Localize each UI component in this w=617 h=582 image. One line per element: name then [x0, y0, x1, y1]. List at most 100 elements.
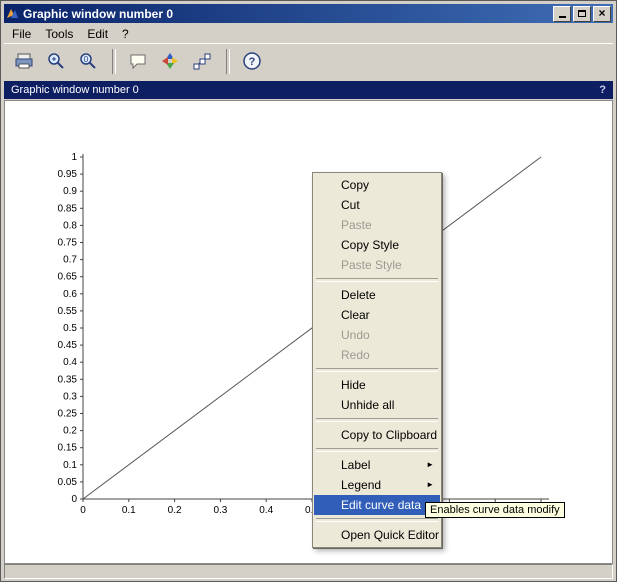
- context-menu-item-hide[interactable]: Hide: [314, 375, 440, 395]
- info-bar-help-icon[interactable]: ?: [599, 84, 606, 96]
- svg-text:0.2: 0.2: [63, 426, 77, 437]
- help-icon: ?: [242, 51, 262, 71]
- zoom-area-button[interactable]: [41, 47, 70, 76]
- svg-text:0.25: 0.25: [58, 409, 78, 420]
- context-menu-item-copy[interactable]: Copy: [314, 175, 440, 195]
- menu-item-label: Copy: [341, 178, 369, 192]
- menu-item-label: Paste: [341, 218, 372, 232]
- menu-item-label: Label: [341, 458, 370, 472]
- menu-item-label: Undo: [341, 328, 370, 342]
- menu-item-label: Hide: [341, 378, 366, 392]
- menu-item-label: Open Quick Editor: [341, 528, 439, 542]
- toolbar-separator: [226, 49, 230, 74]
- rotate-icon: [160, 51, 180, 71]
- context-menu-item-cut[interactable]: Cut: [314, 195, 440, 215]
- zoom-area-icon: [46, 51, 66, 71]
- menu-separator: [316, 518, 438, 522]
- context-menu-item-delete[interactable]: Delete: [314, 285, 440, 305]
- ged-button[interactable]: [123, 47, 152, 76]
- info-bar: Graphic window number 0 ?: [4, 81, 613, 99]
- status-bar: [4, 564, 613, 579]
- context-menu-item-copy-to-clipboard[interactable]: Copy to Clipboard: [314, 425, 440, 445]
- svg-text:0: 0: [71, 494, 77, 505]
- menu-item-label: Copy to Clipboard: [341, 428, 437, 442]
- svg-text:0: 0: [80, 505, 86, 516]
- context-menu: Copy Cut Paste Copy Style Paste Style Delete C…: [312, 172, 442, 548]
- plot-tick-labels: 00.050.10.150.20.250.30.350.40.450.50.55…: [58, 152, 545, 516]
- submenu-arrow-icon: ►: [426, 455, 434, 475]
- rotate-button[interactable]: [155, 47, 184, 76]
- menu-item-label: Paste Style: [341, 258, 402, 272]
- app-window: Graphic window number 0 × FileToolsEdit?: [0, 0, 617, 582]
- menu-item-label: Redo: [341, 348, 370, 362]
- export-button[interactable]: [9, 47, 38, 76]
- context-menu-item-edit-curve-data[interactable]: Edit curve data: [314, 495, 440, 515]
- context-menu-item-paste-style: Paste Style: [314, 255, 440, 275]
- datatips-button[interactable]: [187, 47, 216, 76]
- maximize-icon: [578, 10, 586, 17]
- plot-canvas[interactable]: 00.050.10.150.20.250.30.350.40.450.50.55…: [4, 100, 613, 564]
- svg-text:0.2: 0.2: [168, 505, 182, 516]
- menu-item-label: Cut: [341, 198, 360, 212]
- menu-bar: FileToolsEdit?: [5, 25, 612, 42]
- svg-text:0.1: 0.1: [122, 505, 136, 516]
- svg-text:0.1: 0.1: [63, 460, 77, 471]
- menu-separator: [316, 418, 438, 422]
- menu-separator: [316, 368, 438, 372]
- svg-text:0.35: 0.35: [58, 374, 78, 385]
- menu-item-label: Copy Style: [341, 238, 399, 252]
- menu-item-label: Legend: [341, 478, 381, 492]
- context-menu-item-redo: Redo: [314, 345, 440, 365]
- toolbar: 0: [4, 43, 613, 78]
- menu-item-label: Clear: [341, 308, 370, 322]
- svg-text:0.9: 0.9: [63, 186, 77, 197]
- menu-separator: [316, 278, 438, 282]
- svg-text:1: 1: [71, 152, 77, 163]
- menubar-item-file[interactable]: File: [5, 26, 38, 42]
- minimize-icon: [559, 16, 566, 18]
- menubar-item-edit[interactable]: Edit: [80, 26, 115, 42]
- menubar-item-help[interactable]: ?: [115, 26, 136, 42]
- svg-text:0.65: 0.65: [58, 272, 78, 283]
- zoom-reset-button[interactable]: 0: [73, 47, 102, 76]
- datatips-icon: [192, 51, 212, 71]
- info-bar-title: Graphic window number 0: [11, 84, 139, 96]
- svg-text:0.7: 0.7: [63, 255, 77, 266]
- context-menu-item-open-quick-editor[interactable]: Open Quick Editor: [314, 525, 440, 545]
- title-bar[interactable]: Graphic window number 0 ×: [4, 4, 613, 23]
- export-icon: [14, 51, 34, 71]
- menubar-item-tools[interactable]: Tools: [38, 26, 80, 42]
- context-menu-item-clear[interactable]: Clear: [314, 305, 440, 325]
- menu-item-label: Delete: [341, 288, 376, 302]
- context-menu-item-paste: Paste: [314, 215, 440, 235]
- context-menu-item-label[interactable]: Label ►: [314, 455, 440, 475]
- minimize-button[interactable]: [553, 6, 571, 22]
- context-menu-item-unhide-all[interactable]: Unhide all: [314, 395, 440, 415]
- submenu-arrow-icon: ►: [426, 475, 434, 495]
- svg-text:0.3: 0.3: [63, 391, 77, 402]
- svg-text:0.95: 0.95: [58, 169, 78, 180]
- window-controls: ×: [551, 6, 611, 22]
- toolbar-separator: [112, 49, 116, 74]
- tooltip: Enables curve data modify: [425, 502, 565, 518]
- window-title: Graphic window number 0: [23, 7, 173, 21]
- context-menu-item-copy-style[interactable]: Copy Style: [314, 235, 440, 255]
- plot-svg: 00.050.10.150.20.250.30.350.40.450.50.55…: [5, 101, 614, 563]
- svg-text:0.15: 0.15: [58, 443, 78, 454]
- close-button[interactable]: ×: [593, 6, 611, 22]
- menu-item-label: Unhide all: [341, 398, 394, 412]
- menu-item-label: Edit curve data: [341, 498, 421, 512]
- svg-text:0.6: 0.6: [63, 289, 77, 300]
- context-menu-item-legend[interactable]: Legend ►: [314, 475, 440, 495]
- ged-icon: [128, 51, 148, 71]
- help-button[interactable]: ?: [237, 47, 266, 76]
- svg-text:0.3: 0.3: [213, 505, 227, 516]
- svg-text:0.05: 0.05: [58, 477, 78, 488]
- svg-text:0.4: 0.4: [259, 505, 273, 516]
- svg-text:0.85: 0.85: [58, 203, 78, 214]
- menu-separator: [316, 448, 438, 452]
- svg-text:0.5: 0.5: [63, 323, 77, 334]
- maximize-button[interactable]: [573, 6, 591, 22]
- context-menu-item-undo: Undo: [314, 325, 440, 345]
- svg-text:0.4: 0.4: [63, 357, 77, 368]
